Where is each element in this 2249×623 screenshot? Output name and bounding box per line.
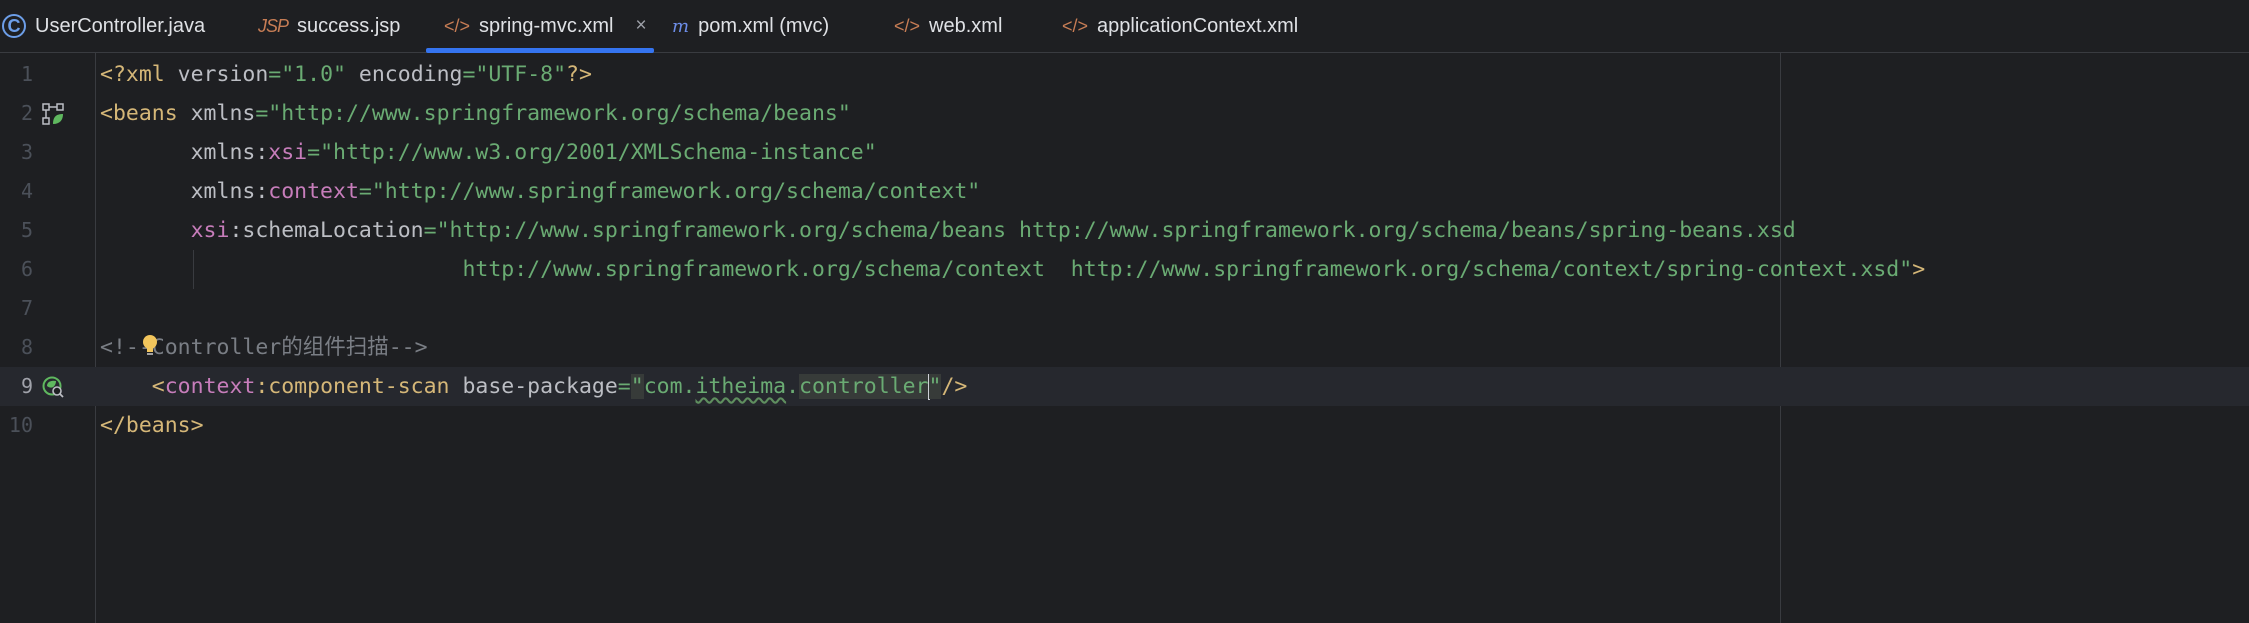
line-number: 1 [20, 62, 33, 86]
xml-file-icon: </> [1062, 15, 1089, 36]
component-scan-icon[interactable] [42, 376, 64, 398]
maven-icon: m [672, 15, 690, 37]
tab-label: success.jsp [297, 14, 401, 37]
line-number: 7 [20, 296, 33, 320]
code-line-current[interactable]: 9 <context:component-scan base-package="… [0, 367, 2249, 406]
code-line[interactable]: 1 <?xml version="1.0" encoding="UTF-8"?> [0, 55, 2249, 94]
web-xml-icon: </> [894, 15, 921, 36]
code-line[interactable]: 4 xmlns:context="http://www.springframew… [0, 172, 2249, 211]
line-number: 6 [20, 257, 33, 281]
line-content: <?xml version="1.0" encoding="UTF-8"?> [100, 62, 592, 87]
code-line[interactable]: 3 xmlns:xsi="http://www.w3.org/2001/XMLS… [0, 133, 2249, 172]
line-number: 3 [20, 140, 33, 164]
line-content: xsi:schemaLocation="http://www.springfra… [190, 218, 1796, 243]
code-line[interactable]: 6 http://www.springframework.org/schema/… [0, 250, 2249, 289]
code-line[interactable]: 10 </beans> [0, 406, 2249, 445]
line-content: xmlns:xsi="http://www.w3.org/2001/XMLSch… [190, 140, 877, 165]
editor-tab-bar: C UserController.java JSP success.jsp </… [0, 0, 2249, 53]
tab-user-controller[interactable]: C UserController.java [2, 0, 205, 52]
line-number: 9 [20, 374, 33, 398]
line-number: 4 [20, 179, 33, 203]
line-number: 8 [20, 335, 33, 359]
line-content: <beans xmlns="http://www.springframework… [100, 101, 851, 126]
jsp-file-icon: JSP [258, 15, 289, 36]
tab-spring-mvc-xml[interactable]: </> spring-mvc.xml × [426, 0, 654, 53]
code-editor[interactable]: 1 <?xml version="1.0" encoding="UTF-8"?>… [0, 53, 2249, 623]
line-content: http://www.springframework.org/schema/co… [462, 257, 1926, 282]
code-line[interactable]: 8 <!--Controller的组件扫描--> [0, 328, 2249, 367]
java-class-icon: C [2, 14, 26, 38]
close-icon[interactable]: × [635, 15, 646, 37]
tab-label: spring-mvc.xml [479, 14, 614, 37]
tab-pom-xml[interactable]: m pom.xml (mvc) [672, 0, 829, 52]
line-content: xmlns:context="http://www.springframewor… [190, 179, 981, 204]
tab-web-xml[interactable]: </> web.xml [894, 0, 1002, 52]
spring-beans-icon[interactable] [42, 103, 64, 125]
line-content: </beans> [100, 413, 204, 438]
code-line[interactable]: 7 [0, 289, 2249, 328]
tab-application-context-xml[interactable]: </> applicationContext.xml [1062, 0, 1298, 52]
xml-file-icon: </> [444, 15, 471, 36]
tab-success-jsp[interactable]: JSP success.jsp [258, 0, 400, 52]
line-number: 10 [8, 413, 33, 437]
tab-label: pom.xml (mvc) [698, 14, 830, 37]
tab-label: UserController.java [35, 14, 206, 37]
line-content: <context:component-scan base-package="co… [151, 374, 968, 400]
tab-label: web.xml [929, 14, 1003, 37]
tab-label: applicationContext.xml [1097, 14, 1299, 37]
lightbulb-icon[interactable] [142, 332, 158, 360]
line-number: 2 [20, 101, 33, 125]
code-line[interactable]: 2 <beans xmlns="http://www.springframewo… [0, 94, 2249, 133]
line-number: 5 [20, 218, 33, 242]
code-line[interactable]: 5 xsi:schemaLocation="http://www.springf… [0, 211, 2249, 250]
